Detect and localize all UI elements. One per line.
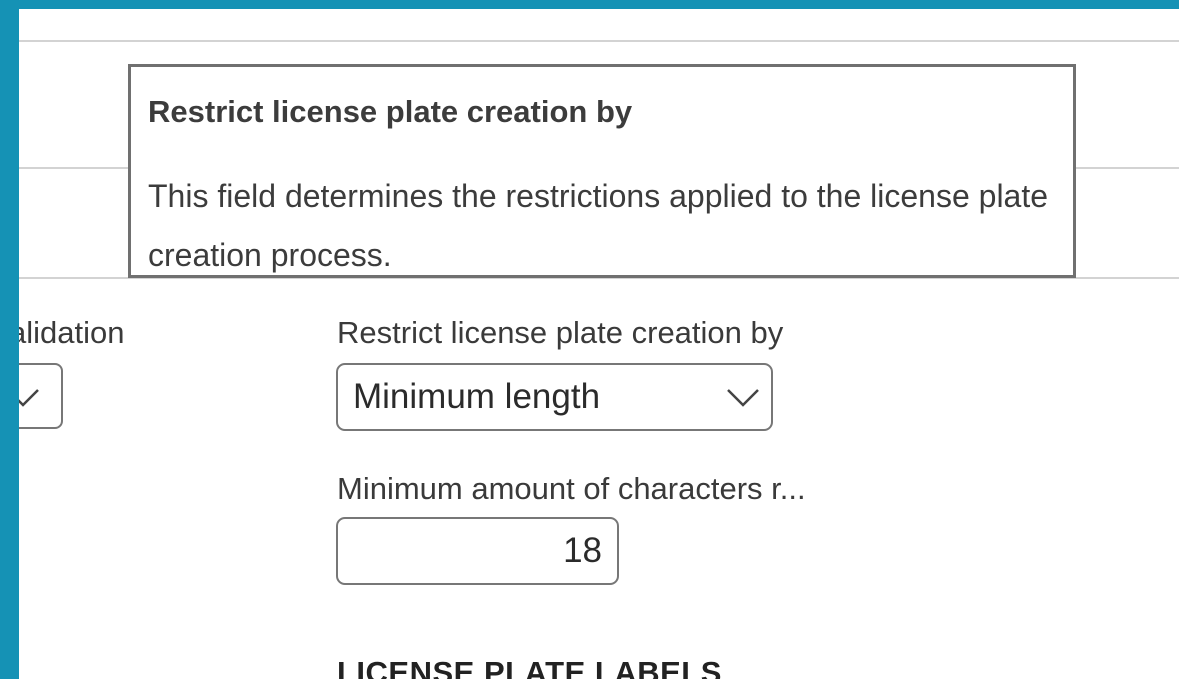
section-heading: LICENSE PLATE LABELS bbox=[337, 655, 722, 679]
tooltip-title: Restrict license plate creation by bbox=[148, 94, 633, 129]
form-panel: alidation Restrict license plate creatio… bbox=[19, 9, 1179, 679]
restrict-label: Restrict license plate creation by bbox=[337, 315, 784, 350]
validation-label: alidation bbox=[19, 315, 125, 350]
chevron-down-icon bbox=[727, 389, 759, 407]
validation-select[interactable] bbox=[19, 363, 63, 429]
min-chars-value: 18 bbox=[563, 531, 602, 570]
tooltip: Restrict license plate creation by This … bbox=[128, 64, 1076, 278]
restrict-select-value: Minimum length bbox=[353, 377, 601, 416]
chevron-down-icon bbox=[19, 389, 39, 407]
min-chars-input[interactable]: 18 bbox=[336, 517, 619, 585]
divider bbox=[19, 40, 1179, 42]
tooltip-body: This field determines the restrictions a… bbox=[148, 178, 1049, 273]
restrict-select[interactable]: Minimum length bbox=[336, 363, 773, 431]
min-chars-label: Minimum amount of characters r... bbox=[337, 471, 806, 506]
